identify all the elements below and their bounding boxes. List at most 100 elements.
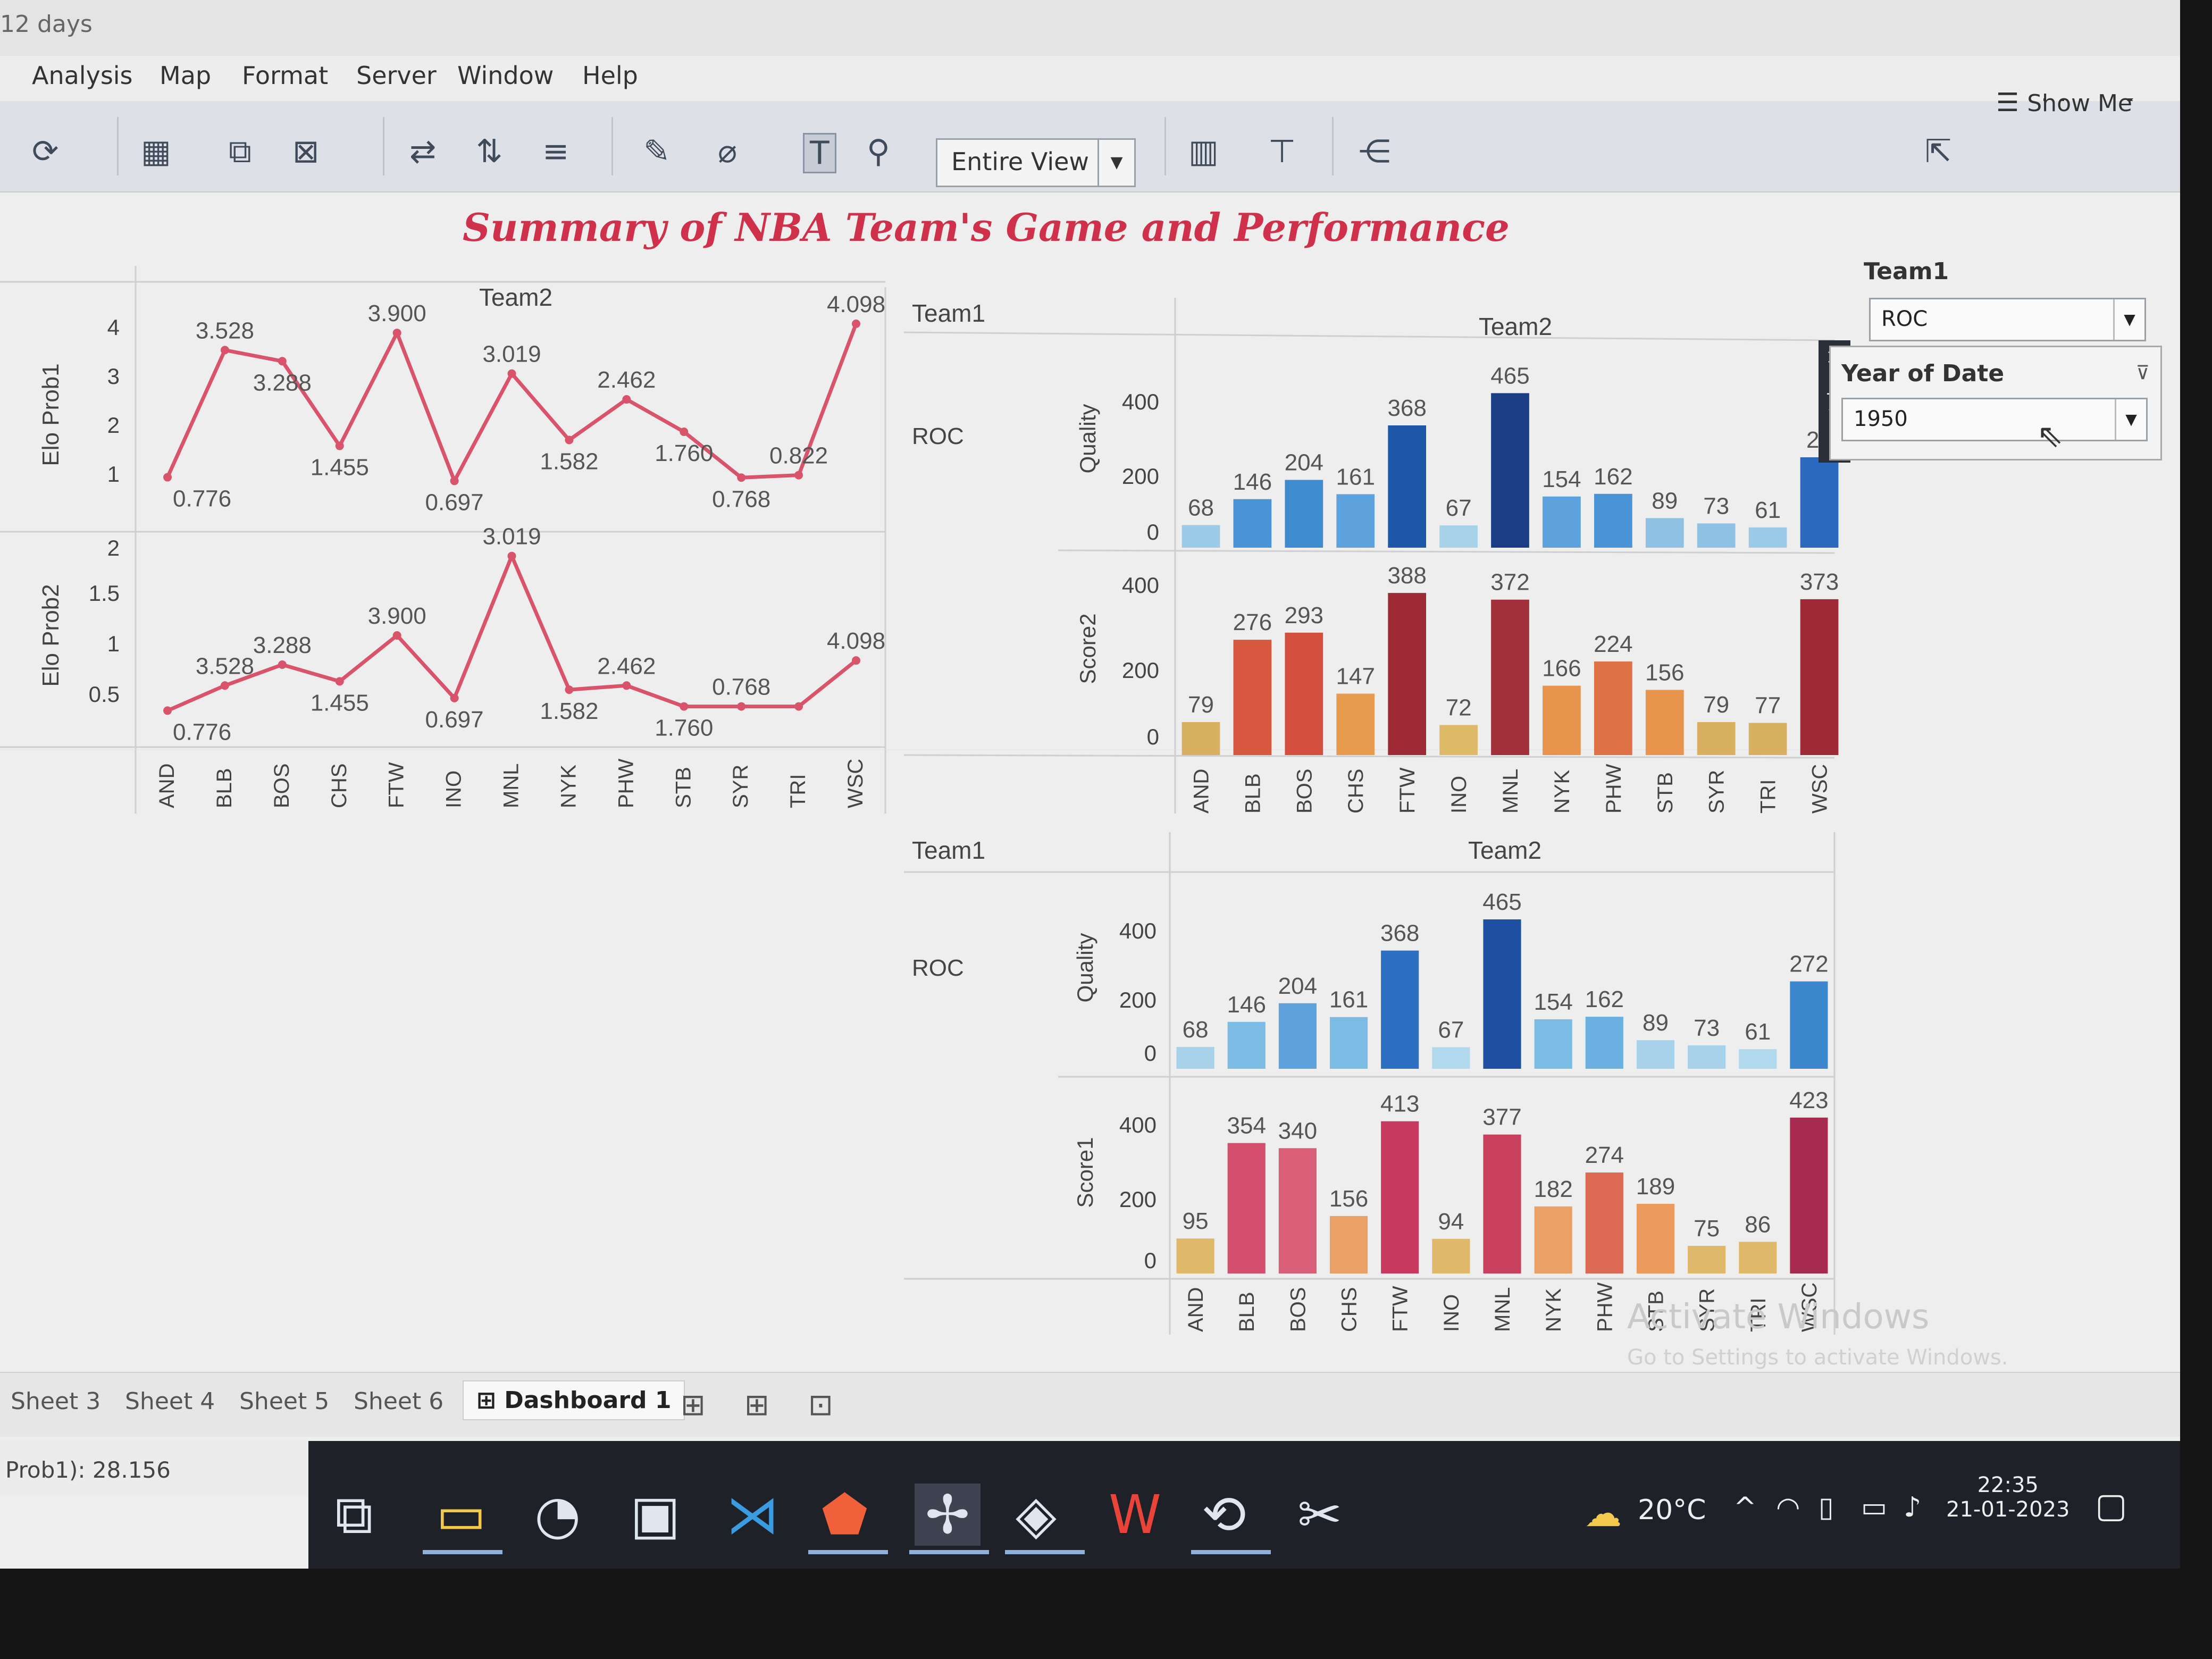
taskbar: ⧉ ▭ ◔ ▣ ⋊ ⬟ ✢ ◈ W ⟲ ✂ ☁ 20°C ^ ◠ ▯ ▭ ♪ 2… xyxy=(308,1441,2180,1569)
data-label: 0.697 xyxy=(425,489,484,515)
bar-quality-bottom xyxy=(1278,1003,1317,1069)
bar-quality-bottom xyxy=(1329,1017,1368,1069)
wifi-icon[interactable]: ◠ xyxy=(1776,1492,1800,1523)
data-label: 0.776 xyxy=(173,719,231,745)
year-filter-select[interactable]: 1950 ▼ xyxy=(1841,398,2148,441)
bar-score1 xyxy=(1278,1148,1317,1273)
data-label: 0.697 xyxy=(425,707,484,733)
data-label: 1.455 xyxy=(311,690,369,716)
data-label: 1.760 xyxy=(655,440,713,466)
line-point-elo-prob1 xyxy=(278,357,287,366)
data-label: 3.288 xyxy=(253,632,312,658)
x-category-label: PHW xyxy=(614,758,638,808)
chevron-up-icon[interactable]: ^ xyxy=(1733,1492,1757,1523)
line-point-elo-prob2 xyxy=(680,702,689,711)
line-point-elo-prob2 xyxy=(622,681,631,690)
x-category-label: INO xyxy=(1440,1294,1463,1332)
y-tick: 400 xyxy=(1122,389,1159,414)
tableau-icon[interactable]: ✢ xyxy=(915,1484,981,1546)
data-label: 0.822 xyxy=(769,443,828,469)
git-icon[interactable]: ◈ xyxy=(1016,1484,1057,1546)
bar-value-label: 67 xyxy=(1438,1017,1464,1043)
bar-quality-top xyxy=(1800,457,1839,548)
x-category-label: PHW xyxy=(1593,1282,1616,1332)
bar-value-label: 67 xyxy=(1446,495,1472,521)
bar-value-label: 373 xyxy=(1800,569,1839,595)
x-category-label: CHS xyxy=(1344,769,1368,814)
new-story-icon[interactable]: ⊡ xyxy=(808,1388,833,1422)
sheet-tabs: Sheet 3 Sheet 4 Sheet 5 Sheet 6 ⊞ Dashbo… xyxy=(0,1372,2180,1437)
volume-icon[interactable]: ♪ xyxy=(1904,1492,1921,1523)
new-dashboard-icon[interactable]: ⊞ xyxy=(744,1388,769,1422)
line-point-elo-prob2 xyxy=(392,631,401,640)
x-category-label: BOS xyxy=(270,764,294,808)
task-view-icon[interactable]: ⧉ xyxy=(335,1484,373,1546)
battery-icon[interactable]: ▯ xyxy=(1819,1492,1834,1523)
bar-score1 xyxy=(1534,1206,1572,1273)
activate-windows-title: Activate Windows xyxy=(1627,1297,1930,1337)
right-bottom-row-label: ROC xyxy=(912,955,964,981)
team1-filter-label: Team1 xyxy=(1864,258,1949,285)
line-point-elo-prob2 xyxy=(278,660,287,669)
system-clock[interactable]: 22:35 21-01-2023 xyxy=(1946,1473,2069,1522)
clear-filter-icon[interactable]: ⊽ xyxy=(2136,362,2150,384)
photos-icon[interactable]: ▣ xyxy=(630,1484,680,1546)
tab-dashboard-1[interactable]: ⊞ Dashboard 1 xyxy=(463,1380,685,1420)
data-label: 3.528 xyxy=(196,317,254,343)
line-point-elo-prob2 xyxy=(163,706,172,715)
tab-sheet-3[interactable]: Sheet 3 xyxy=(11,1388,100,1415)
team1-filter-select[interactable]: ROC ▼ xyxy=(1869,298,2146,341)
snipping-tool-icon[interactable]: ✂ xyxy=(1297,1484,1342,1546)
bar-score2 xyxy=(1491,599,1529,755)
notification-icon[interactable]: ▢ xyxy=(2095,1486,2127,1526)
x-category-label: BLB xyxy=(1235,1292,1259,1332)
line-point-elo-prob1 xyxy=(622,395,631,404)
data-label: 4.098 xyxy=(827,628,885,654)
bar-quality-bottom xyxy=(1585,1017,1623,1069)
x-category-label: AND xyxy=(155,764,179,808)
right-top-team1-header: Team1 xyxy=(912,299,985,327)
y-tick: 1.5 xyxy=(89,581,120,606)
bar-value-label: 166 xyxy=(1542,656,1581,682)
bar-score2 xyxy=(1285,632,1323,755)
line-point-elo-prob1 xyxy=(335,441,344,450)
weather-icon[interactable]: ☁ xyxy=(1585,1492,1622,1535)
y-tick: 400 xyxy=(1119,918,1157,943)
right-top-row-label: ROC xyxy=(912,423,964,449)
brave-browser-icon[interactable]: ⬟ xyxy=(822,1484,868,1546)
vscode-icon[interactable]: ⋊ xyxy=(726,1484,779,1546)
wps-office-icon[interactable]: W xyxy=(1109,1484,1161,1546)
bar-quality-bottom xyxy=(1381,950,1419,1069)
file-explorer-icon[interactable]: ▭ xyxy=(436,1484,486,1546)
data-label: 0.768 xyxy=(712,486,770,512)
sync-app-icon[interactable]: ⟲ xyxy=(1202,1484,1246,1546)
bar-score1 xyxy=(1432,1238,1470,1273)
chevron-down-icon[interactable]: ▼ xyxy=(2113,299,2144,340)
y-tick: 200 xyxy=(1122,464,1159,489)
x-category-label: FTW xyxy=(1396,767,1419,814)
tab-sheet-6[interactable]: Sheet 6 xyxy=(354,1388,443,1415)
clock-date: 21-01-2023 xyxy=(1946,1497,2070,1522)
network-icon[interactable]: ▭ xyxy=(1861,1492,1887,1523)
line-point-elo-prob1 xyxy=(392,329,401,338)
bar-quality-bottom xyxy=(1790,981,1828,1069)
bar-value-label: 154 xyxy=(1534,989,1572,1015)
bar-quality-bottom xyxy=(1688,1045,1726,1069)
chevron-down-icon[interactable]: ▼ xyxy=(2115,399,2146,440)
tab-sheet-5[interactable]: Sheet 5 xyxy=(239,1388,329,1415)
bar-value-label: 204 xyxy=(1285,450,1323,476)
x-category-label: FTW xyxy=(385,762,408,808)
clock-app-icon[interactable]: ◔ xyxy=(534,1484,581,1546)
dashboard-charts: Team2 Elo Prob1 Elo Prob2 4 3 2 1 2 1.5 … xyxy=(0,266,1839,1335)
bar-value-label: 368 xyxy=(1387,395,1426,421)
tab-sheet-4[interactable]: Sheet 4 xyxy=(125,1388,215,1415)
bar-value-label: 79 xyxy=(1188,692,1214,718)
bar-quality-top xyxy=(1182,525,1220,548)
bar-score2 xyxy=(1748,723,1787,755)
new-sheet-icon[interactable]: ⊞ xyxy=(681,1388,706,1422)
data-label: 1.760 xyxy=(655,715,713,741)
bar-value-label: 354 xyxy=(1227,1113,1266,1139)
clock-time: 22:35 xyxy=(1977,1473,2039,1497)
line-point-elo-prob2 xyxy=(737,702,746,711)
active-app-indicator xyxy=(909,1550,989,1554)
